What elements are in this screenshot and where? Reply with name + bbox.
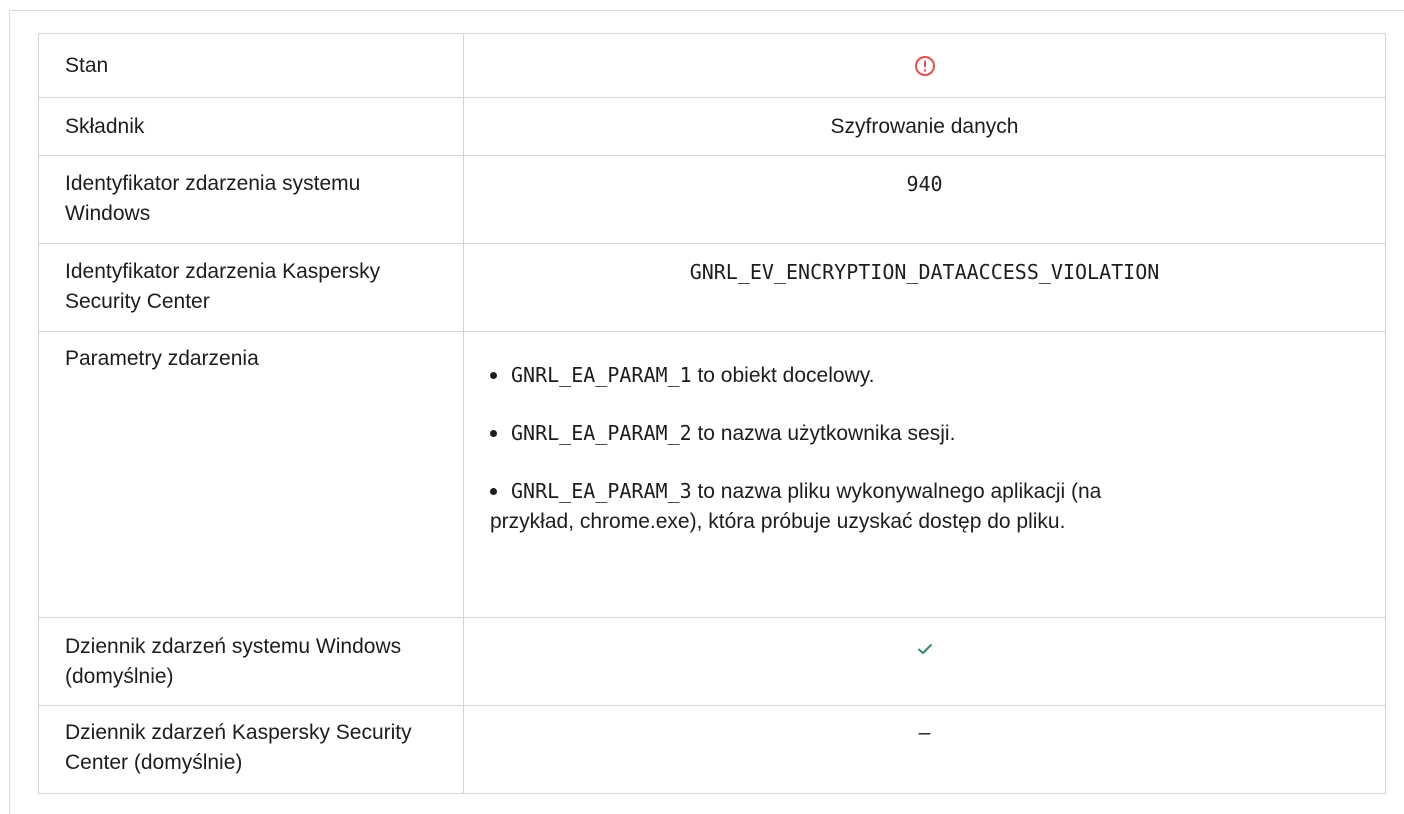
- component-value: Szyfrowanie danych: [463, 97, 1386, 156]
- ksc-event-id-value: GNRL_EV_ENCRYPTION_DATAACCESS_VIOLATION: [463, 243, 1386, 332]
- list-item: GNRL_EA_PARAM_2 to nazwa użytkownika ses…: [490, 418, 1359, 449]
- bullet-icon: [490, 488, 497, 495]
- param-code: GNRL_EA_PARAM_2: [511, 421, 692, 445]
- param-description: to nazwa użytkownika sesji.: [691, 422, 956, 445]
- param-code: GNRL_EA_PARAM_3: [511, 479, 692, 503]
- table-row-windows-event-id: Identyfikator zdarzenia systemu Windows …: [38, 155, 1386, 244]
- event-details-table: Stan Składnik Szyfrowanie danych Identyf…: [38, 33, 1386, 794]
- status-label: Stan: [38, 33, 464, 98]
- checkmark-icon: [917, 644, 932, 654]
- param-description: to nazwa pliku wykonywalnego aplikacji (…: [691, 480, 1102, 503]
- windows-event-id-value: 940: [463, 155, 1386, 244]
- ksc-log-label: Dziennik zdarzeń Kaspersky Security Cent…: [38, 705, 464, 794]
- windows-log-value: [463, 617, 1386, 706]
- status-value: [463, 33, 1386, 98]
- table-row-ksc-log: Dziennik zdarzeń Kaspersky Security Cent…: [38, 705, 1386, 794]
- table-row-ksc-event-id: Identyfikator zdarzenia Kaspersky Securi…: [38, 243, 1386, 332]
- table-row-windows-log: Dziennik zdarzeń systemu Windows (domyśl…: [38, 617, 1386, 706]
- alert-circle-icon: [914, 56, 935, 77]
- table-row-status: Stan: [38, 33, 1386, 98]
- bullet-icon: [490, 372, 497, 379]
- list-item: GNRL_EA_PARAM_3 to nazwa pliku wykonywal…: [490, 476, 1359, 537]
- event-params-list: GNRL_EA_PARAM_1 to obiekt docelowy. GNRL…: [490, 360, 1359, 537]
- bullet-icon: [490, 430, 497, 437]
- param-description: to obiekt docelowy.: [691, 364, 875, 387]
- event-params-value: GNRL_EA_PARAM_1 to obiekt docelowy. GNRL…: [463, 331, 1386, 618]
- table-row-event-params: Parametry zdarzenia GNRL_EA_PARAM_1 to o…: [38, 331, 1386, 618]
- param-code: GNRL_EA_PARAM_1: [511, 363, 692, 387]
- list-item: GNRL_EA_PARAM_1 to obiekt docelowy.: [490, 360, 1359, 391]
- windows-event-id-label: Identyfikator zdarzenia systemu Windows: [38, 155, 464, 244]
- windows-log-label: Dziennik zdarzeń systemu Windows (domyśl…: [38, 617, 464, 706]
- event-params-label: Parametry zdarzenia: [38, 331, 464, 618]
- component-label: Składnik: [38, 97, 464, 156]
- table-row-component: Składnik Szyfrowanie danych: [38, 97, 1386, 156]
- ksc-log-value: –: [463, 705, 1386, 794]
- param-description-continued: przykład, chrome.exe), która próbuje uzy…: [490, 510, 1066, 533]
- ksc-event-id-label: Identyfikator zdarzenia Kaspersky Securi…: [38, 243, 464, 332]
